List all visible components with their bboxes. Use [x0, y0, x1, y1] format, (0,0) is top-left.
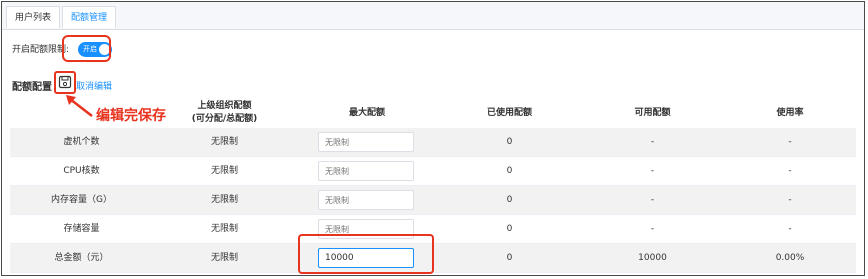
- row-parent: 无限制: [210, 166, 238, 176]
- max-quota-input[interactable]: [318, 161, 414, 181]
- row-used: 0: [506, 137, 513, 147]
- row-available: -: [650, 166, 655, 176]
- row-used: 0: [506, 253, 513, 263]
- header-parent-quota: 上级组织配额 (可分配/总配额): [191, 101, 258, 124]
- quota-limit-label: 开启配额限制:: [12, 45, 70, 55]
- tab-user-list[interactable]: 用户列表: [6, 6, 61, 28]
- highlight-box-input: [298, 234, 434, 274]
- header-name: [10, 98, 153, 128]
- row-used: 0: [506, 195, 513, 205]
- row-parent: 无限制: [210, 224, 238, 234]
- row-name: 总金额（元）: [54, 253, 109, 263]
- row-available: -: [650, 224, 655, 234]
- table-header: 上级组织配额 (可分配/总配额) 最大配额 已使用配额 可用配额 使用率: [10, 98, 856, 128]
- row-used: 0: [506, 166, 513, 176]
- tab-quota-management[interactable]: 配额管理: [62, 6, 117, 28]
- row-usage: -: [788, 224, 792, 234]
- highlight-box-save: [54, 71, 76, 94]
- header-available-quota: 可用配额: [634, 107, 671, 118]
- header-usage-rate: 使用率: [776, 107, 804, 118]
- row-used: 0: [506, 224, 513, 234]
- table-row: 虚机个数 无限制 0 - -: [10, 128, 856, 157]
- cancel-edit-link[interactable]: 取消编辑: [76, 79, 112, 92]
- section-title: 配额配置: [12, 82, 52, 93]
- row-name: 内存容量（G）: [51, 195, 112, 205]
- row-available: 10000: [638, 253, 667, 263]
- row-parent: 无限制: [210, 137, 238, 147]
- row-usage: 0.00%: [775, 253, 805, 263]
- row-available: -: [650, 195, 655, 205]
- row-usage: -: [788, 195, 792, 205]
- highlight-box-switch: [62, 35, 111, 62]
- header-used-quota: 已使用配额: [486, 107, 532, 118]
- row-name: 存储容量: [63, 224, 100, 234]
- row-usage: -: [788, 166, 792, 176]
- row-usage: -: [788, 137, 792, 147]
- table-row: CPU核数 无限制 0 - -: [10, 157, 856, 186]
- row-available: -: [650, 137, 655, 147]
- max-quota-input[interactable]: [318, 190, 414, 210]
- row-name: CPU核数: [63, 166, 100, 176]
- tab-bar: 用户列表 配额管理: [2, 2, 864, 30]
- table-row: 内存容量（G） 无限制 0 - -: [10, 186, 856, 215]
- max-quota-input[interactable]: [318, 132, 414, 152]
- header-max-quota: 最大配额: [348, 107, 385, 118]
- app-frame: 用户列表 配额管理 开启配额限制: 开启 配额配置 取消编辑 编辑完保存 上级组…: [1, 1, 865, 276]
- row-name: 虚机个数: [63, 137, 100, 147]
- row-parent: 无限制: [210, 195, 238, 205]
- quota-limit-row: 开启配额限制: 开启: [12, 42, 112, 58]
- row-parent: 无限制: [210, 253, 238, 263]
